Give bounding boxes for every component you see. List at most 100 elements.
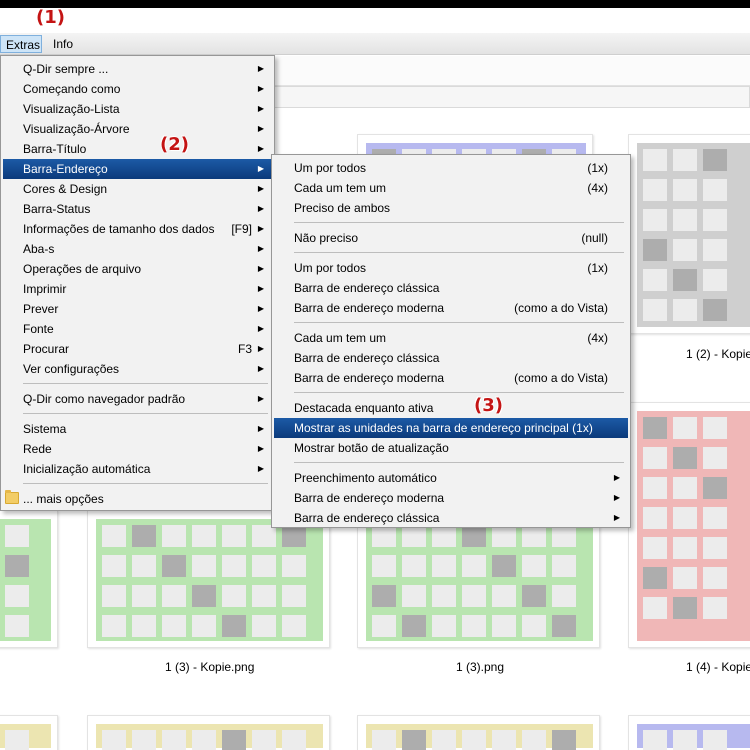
extras-menu: Q-Dir sempre ... ▶ Começando como ▶ Visualiz… bbox=[0, 55, 275, 511]
extras-menu-item[interactable]: Barra-Endereço ▶ bbox=[3, 159, 272, 179]
menu-item-shortcut: (1x) bbox=[587, 261, 608, 275]
thumbnail-cell bbox=[222, 615, 246, 637]
address-menu-item[interactable]: Cada um tem um (4x) bbox=[274, 328, 628, 348]
address-menu-item[interactable]: Preenchimento automático ▶ bbox=[274, 468, 628, 488]
extras-menu-item[interactable]: Inicialização automática ▶ bbox=[3, 459, 272, 479]
address-menu-item[interactable]: Um por todos (1x) bbox=[274, 258, 628, 278]
extras-menu-item[interactable]: Barra-Status ▶ bbox=[3, 199, 272, 219]
file-thumbnail[interactable] bbox=[87, 715, 330, 750]
thumbnail-cell bbox=[703, 537, 727, 559]
extras-menu-item[interactable]: Barra-Título ▶ bbox=[3, 139, 272, 159]
file-caption[interactable]: 1 (4) - Kopie bbox=[686, 660, 750, 674]
thumbnail-cell bbox=[703, 149, 727, 171]
thumbnail-cell bbox=[432, 555, 456, 577]
submenu-arrow-icon: ▶ bbox=[613, 473, 620, 482]
file-thumbnail[interactable] bbox=[357, 510, 600, 648]
thumbnail-cell bbox=[522, 555, 546, 577]
thumbnail-cell bbox=[102, 585, 126, 607]
extras-menu-item[interactable]: Imprimir ▶ bbox=[3, 279, 272, 299]
extras-menu-item[interactable]: Prever ▶ bbox=[3, 299, 272, 319]
menu-item-label: Cores & Design bbox=[23, 182, 108, 196]
file-thumbnail[interactable] bbox=[628, 715, 750, 750]
menu-extras[interactable]: Extras bbox=[0, 35, 42, 53]
thumbnail-cell bbox=[492, 730, 516, 750]
address-menu-item[interactable]: Um por todos (1x) bbox=[274, 158, 628, 178]
thumbnail-cell bbox=[402, 525, 426, 547]
menu-item-label: Sistema bbox=[23, 422, 67, 436]
extras-menu-item[interactable]: ... mais opções bbox=[3, 489, 272, 509]
address-menu-item[interactable]: Barra de endereço clássica ▶ bbox=[274, 508, 628, 528]
thumbnail-image bbox=[96, 724, 323, 750]
thumbnail-cell bbox=[643, 417, 667, 439]
extras-menu-item[interactable]: Visualização-Lista ▶ bbox=[3, 99, 272, 119]
thumbnail-cell bbox=[552, 555, 576, 577]
thumbnail-cell bbox=[402, 555, 426, 577]
extras-menu-item[interactable]: Começando como ▶ bbox=[3, 79, 272, 99]
thumbnail-cell bbox=[402, 585, 426, 607]
thumbnail-cell bbox=[372, 615, 396, 637]
thumbnail-cell bbox=[552, 525, 576, 547]
menu-info[interactable]: Info bbox=[48, 35, 78, 53]
thumbnail-cell bbox=[462, 615, 486, 637]
extras-menu-item[interactable]: Rede ▶ bbox=[3, 439, 272, 459]
extras-menu-item[interactable]: Cores & Design ▶ bbox=[3, 179, 272, 199]
extras-menu-item[interactable]: Aba-s ▶ bbox=[3, 239, 272, 259]
file-thumbnail[interactable] bbox=[0, 715, 58, 750]
file-thumbnail[interactable] bbox=[0, 510, 58, 648]
address-menu-item[interactable]: Preciso de ambos bbox=[274, 198, 628, 218]
thumbnail-cell bbox=[673, 507, 697, 529]
address-menu-item[interactable]: Não preciso (null) bbox=[274, 228, 628, 248]
extras-menu-item[interactable]: Ver configurações ▶ bbox=[3, 359, 272, 379]
thumbnail-cell bbox=[282, 525, 306, 547]
thumbnail-cell bbox=[162, 525, 186, 547]
thumbnail-image bbox=[637, 411, 750, 641]
file-caption[interactable]: 1 (3) - Kopie.png bbox=[165, 660, 254, 674]
thumbnail-cell bbox=[252, 730, 276, 750]
address-menu-item[interactable]: Cada um tem um (4x) bbox=[274, 178, 628, 198]
extras-menu-item[interactable]: Procurar F3 ▶ bbox=[3, 339, 272, 359]
thumbnail-cell bbox=[522, 525, 546, 547]
submenu-arrow-icon: ▶ bbox=[257, 284, 264, 293]
extras-menu-item[interactable]: Q-Dir como navegador padrão ▶ bbox=[3, 389, 272, 409]
thumbnail-cell bbox=[673, 269, 697, 291]
extras-menu-item[interactable]: Operações de arquivo ▶ bbox=[3, 259, 272, 279]
menu-item-label: Barra-Título bbox=[23, 142, 87, 156]
address-menu-item[interactable]: Barra de endereço moderna (como a do Vist… bbox=[274, 368, 628, 388]
menu-item-label: Rede bbox=[23, 442, 52, 456]
address-bar[interactable] bbox=[270, 86, 750, 108]
address-menu-item[interactable]: Barra de endereço moderna (como a do Vist… bbox=[274, 298, 628, 318]
file-caption[interactable]: 1 (2) - Kopie bbox=[686, 347, 750, 361]
file-thumbnail[interactable] bbox=[628, 134, 750, 334]
address-menu-item[interactable]: Barra de endereço clássica bbox=[274, 278, 628, 298]
submenu-arrow-icon: ▶ bbox=[257, 64, 264, 73]
thumbnail-cell bbox=[673, 597, 697, 619]
file-thumbnail[interactable] bbox=[628, 402, 750, 648]
thumbnail-cell bbox=[222, 585, 246, 607]
extras-menu-item[interactable]: Fonte ▶ bbox=[3, 319, 272, 339]
menu-separator bbox=[294, 322, 624, 323]
extras-menu-item[interactable]: Sistema ▶ bbox=[3, 419, 272, 439]
thumbnail-cell bbox=[282, 730, 306, 750]
extras-menu-item[interactable]: Informações de tamanho dos dados [F9] ▶ bbox=[3, 219, 272, 239]
address-menu-item[interactable]: Barra de endereço clássica bbox=[274, 348, 628, 368]
address-menu-item[interactable]: Destacada enquanto ativa bbox=[274, 398, 628, 418]
menu-item-label: Não preciso bbox=[294, 231, 359, 245]
thumbnail-cell bbox=[372, 555, 396, 577]
menu-item-label: Barra de endereço moderna bbox=[294, 371, 445, 385]
address-menu-item[interactable]: Barra de endereço moderna ▶ bbox=[274, 488, 628, 508]
file-thumbnail[interactable] bbox=[87, 510, 330, 648]
extras-menu-item[interactable]: Q-Dir sempre ... ▶ bbox=[3, 59, 272, 79]
thumbnail-cell bbox=[673, 477, 697, 499]
address-menu-item[interactable]: Mostrar as unidades na barra de endereço… bbox=[274, 418, 628, 438]
submenu-arrow-icon: ▶ bbox=[257, 224, 264, 233]
menu-item-label: Prever bbox=[23, 302, 59, 316]
menu-item-label: Mostrar botão de atualização bbox=[294, 441, 449, 455]
address-menu-item[interactable]: Mostrar botão de atualização bbox=[274, 438, 628, 458]
annotation-3: (3) bbox=[474, 395, 503, 416]
thumbnail-cell bbox=[522, 730, 546, 750]
address-bar-submenu: Um por todos (1x) Cada um tem um (4x) Precis… bbox=[271, 154, 631, 528]
menu-item-label: Barra de endereço clássica bbox=[294, 511, 440, 525]
file-caption[interactable]: 1 (3).png bbox=[456, 660, 504, 674]
file-thumbnail[interactable] bbox=[357, 715, 600, 750]
extras-menu-item[interactable]: Visualização-Árvore ▶ bbox=[3, 119, 272, 139]
